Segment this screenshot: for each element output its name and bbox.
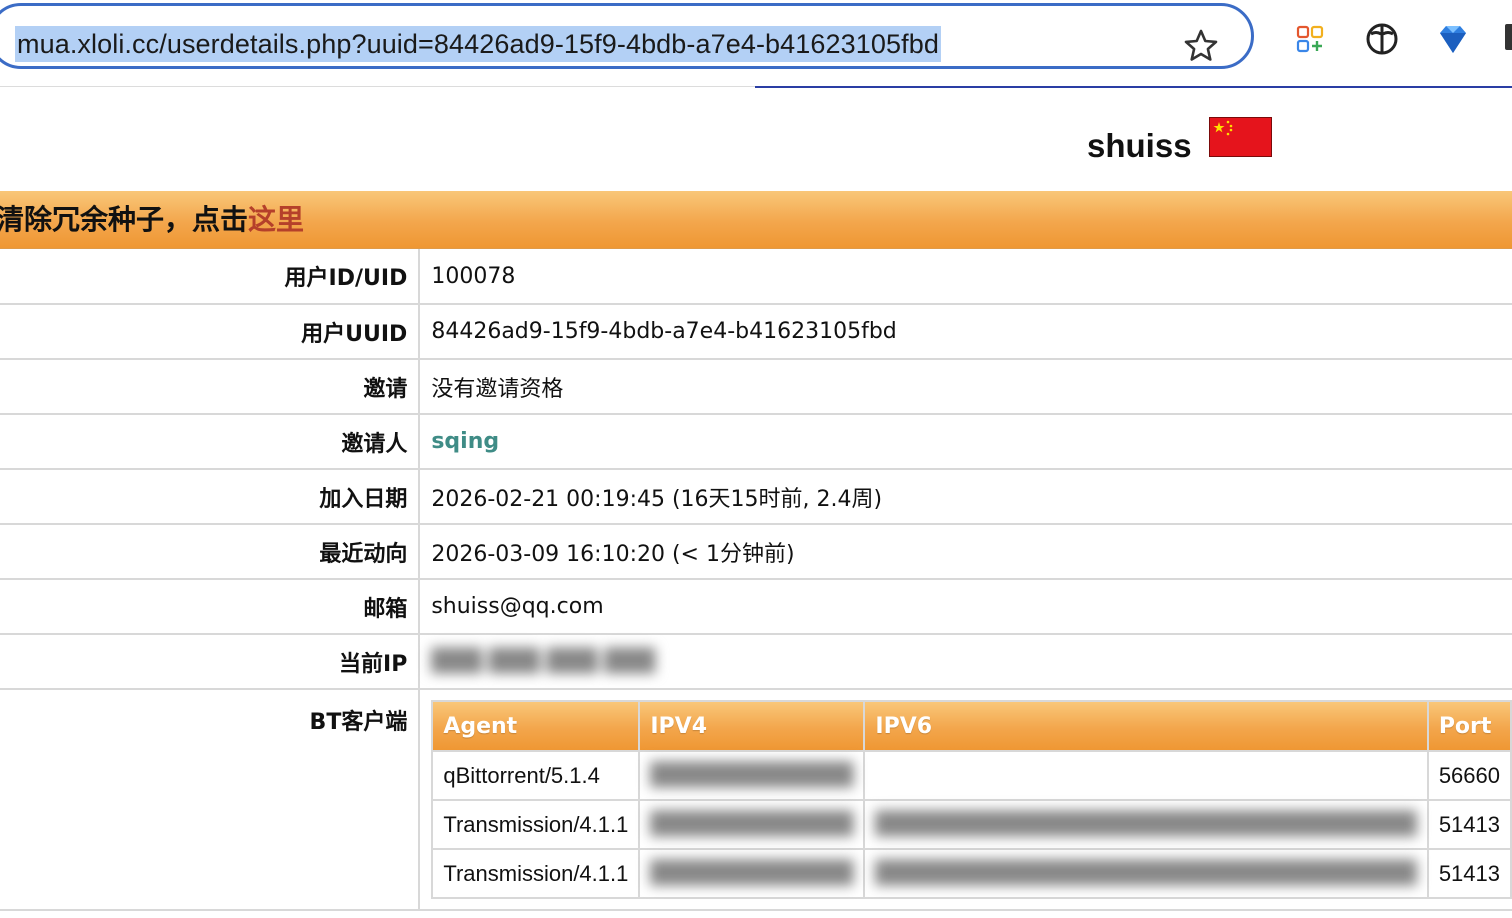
bt-clients-label: BT客户端 [0,689,421,911]
client-port: 51413 [1426,848,1512,899]
bt-clients-header-row: Agent IPV4 IPV6 Port [431,700,1512,752]
row-last-active: 最近动向 2026-03-09 16:10:20 (< 1分钟前) [0,524,1512,580]
ipv6-redacted: ████████████████████████████████ [875,861,1417,886]
client-agent: Transmission/4.1.1 [431,799,641,850]
user-details-table: 用户ID/UID 100078 用户UUID 84426ad9-15f9-4bd… [0,249,1512,911]
uid-label: 用户ID/UID [0,249,421,305]
current-ip-cell: ███.███.███.███ [419,634,1512,690]
row-bt-clients: BT客户端 Agent IPV4 IPV6 Port qBittorrent/5… [0,689,1512,911]
username: shuiss [1087,127,1192,164]
diamond-icon[interactable] [1433,19,1473,59]
row-email: 邮箱 shuiss@qq.com [0,579,1512,635]
uuid-label: 用户UUID [0,304,421,360]
row-invite: 邀请 没有邀请资格 [0,359,1512,415]
col-ipv6: IPV6 [863,700,1429,752]
client-ipv4: ████████████ [638,848,866,899]
email-label: 邮箱 [0,579,421,635]
invite-label: 邀请 [0,359,421,415]
last-active-value: 2026-03-09 16:10:20 (< 1分钟前) [419,524,1512,580]
row-join-date: 加入日期 2026-02-21 00:19:45 (16天15时前, 2.4周) [0,469,1512,525]
current-ip-redacted: ███.███.███.███ [431,649,656,674]
col-ipv4: IPV4 [638,700,866,752]
client-ipv6: ████████████████████████████████ [863,848,1429,899]
inviter-link[interactable]: sqing [431,429,499,454]
row-current-ip: 当前IP ███.███.███.███ [0,634,1512,690]
notice-message: 清除冗余种子，点击 [0,203,249,236]
inviter-label: 邀请人 [0,414,421,470]
col-agent: Agent [431,700,641,752]
row-uuid: 用户UUID 84426ad9-15f9-4bdb-a7e4-b41623105… [0,304,1512,360]
page-top-rule [755,86,1512,88]
notice-banner: 清除冗余种子，点击这里 [0,191,1512,249]
china-flag-icon [1209,117,1272,157]
address-bar[interactable]: mua.xloli.cc/userdetails.php?uuid=84426a… [0,3,1254,69]
client-ipv6: ████████████████████████████████ [863,799,1429,850]
last-active-label: 最近动向 [0,524,421,580]
ipv4-redacted: ████████████ [650,763,854,788]
bt-clients-table: Agent IPV4 IPV6 Port qBittorrent/5.1.4 █… [431,700,1512,899]
client-ipv4: ████████████ [638,750,866,801]
uuid-value: 84426ad9-15f9-4bdb-a7e4-b41623105fbd [419,304,1512,360]
col-port: Port [1426,700,1512,752]
client-port: 51413 [1426,799,1512,850]
browser-toolbar: mua.xloli.cc/userdetails.php?uuid=84426a… [0,0,1512,87]
ipv4-redacted: ████████████ [650,812,854,837]
join-date-label: 加入日期 [0,469,421,525]
join-date-value: 2026-02-21 00:19:45 (16天15时前, 2.4周) [419,469,1512,525]
row-inviter: 邀请人 sqing [0,414,1512,470]
client-port: 56660 [1426,750,1512,801]
client-ipv6 [863,750,1429,801]
uid-value: 100078 [419,249,1512,305]
extensions-grid-icon[interactable] [1290,19,1330,59]
notice-link[interactable]: 这里 [248,203,304,236]
ipv6-redacted: ████████████████████████████████ [875,812,1417,837]
bt-clients-cell: Agent IPV4 IPV6 Port qBittorrent/5.1.4 █… [419,689,1512,911]
table-row: qBittorrent/5.1.4 ████████████ 56660 [431,750,1512,801]
current-ip-label: 当前IP [0,634,421,690]
client-ipv4: ████████████ [638,799,866,850]
star-icon[interactable] [1181,26,1221,66]
inviter-cell: sqing [419,414,1512,470]
invite-value: 没有邀请资格 [419,359,1512,415]
half-face-icon[interactable] [1362,19,1402,59]
table-row: Transmission/4.1.1 ████████████ ████████… [431,848,1512,899]
overflow-icon [1505,24,1512,50]
email-value: shuiss@qq.com [419,579,1512,635]
notice-text: 清除冗余种子，点击这里 [0,201,304,239]
table-row: Transmission/4.1.1 ████████████ ████████… [431,799,1512,850]
row-uid: 用户ID/UID 100078 [0,249,1512,305]
client-agent: Transmission/4.1.1 [431,848,641,899]
url-text[interactable]: mua.xloli.cc/userdetails.php?uuid=84426a… [15,26,941,62]
client-agent: qBittorrent/5.1.4 [431,750,641,801]
ipv4-redacted: ████████████ [650,861,854,886]
